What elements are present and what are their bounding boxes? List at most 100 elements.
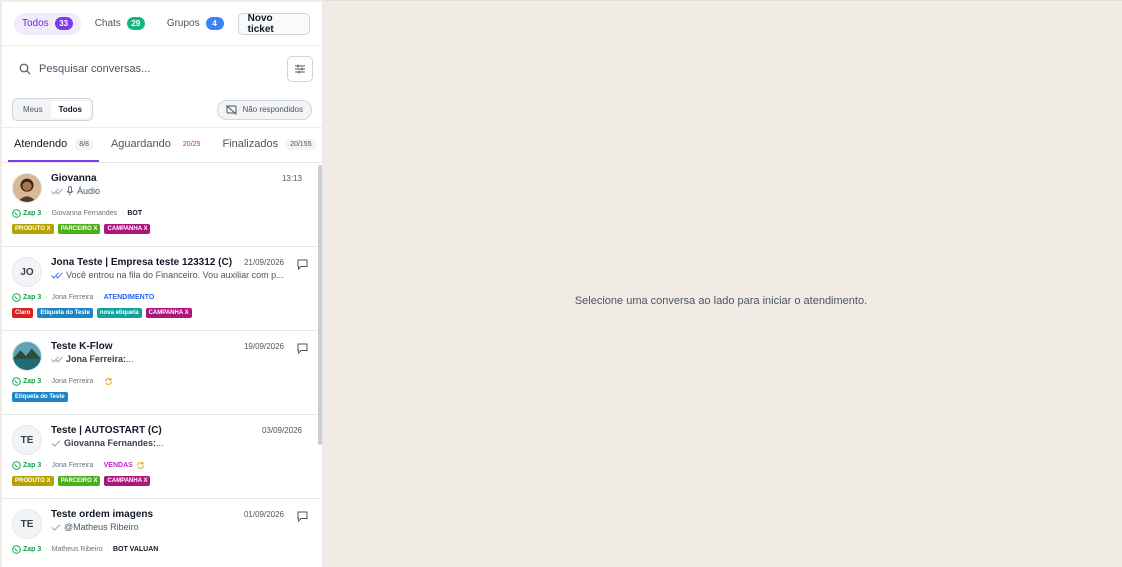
double-check-icon [51, 271, 63, 279]
empty-state-message: Selecione uma conversa ao lado para inic… [574, 295, 868, 307]
list-scrollbar[interactable] [318, 165, 322, 445]
unanswered-filter-label: Não respondidos [242, 105, 303, 114]
message-preview-text: Áudio [77, 186, 101, 196]
message-off-icon [225, 104, 237, 115]
label-badge: Etiqueta do Teste [37, 308, 93, 318]
filter-todos-label: Todos [22, 18, 49, 29]
filter-settings-button[interactable] [287, 56, 313, 82]
agent-name: Giovanna Fernandes [51, 210, 118, 217]
tab-atendendo[interactable]: Atendendo 8/8 [8, 128, 99, 162]
label-badge: CAMPANHA X [145, 308, 192, 318]
filter-chats-label: Chats [94, 18, 121, 29]
conversation-meta: Zap 3 · Giovanna Fernandes · BOT [12, 209, 142, 218]
whatsapp-icon [12, 377, 21, 386]
check-icon [51, 439, 61, 447]
label-badge: Etiqueta do Teste [12, 392, 68, 402]
filter-todos-count: 33 [54, 17, 73, 30]
message-sender: Giovanna Fernandes: [64, 438, 157, 448]
message-preview: Áudio [51, 186, 100, 196]
message-bubble-icon[interactable] [297, 511, 308, 522]
message-sender: Jona Ferreira: [66, 354, 127, 364]
message-bubble-icon[interactable] [297, 343, 308, 354]
meta-separator: · [106, 546, 109, 553]
queue-tag: ATENDIMENTO [103, 294, 155, 301]
avatar [12, 173, 42, 203]
filter-chats[interactable]: Chats 29 [87, 13, 153, 35]
avatar: JO [12, 257, 42, 287]
channel-name: Zap 3 [23, 294, 42, 301]
whatsapp-icon [12, 209, 21, 218]
channel-name: Zap 3 [23, 462, 42, 469]
message-preview-text: ... [126, 354, 134, 364]
conversation-meta: Zap 3 · Matheus Ribeiro · BOT VALUAN [12, 545, 158, 554]
conversation-meta: Zap 3 · Jona Ferreira · VENDAS [12, 461, 145, 470]
conversation-meta: Zap 3 · Jona Ferreira · ATENDIMENTO [12, 293, 154, 302]
filter-grupos-label: Grupos [166, 18, 200, 29]
search-input[interactable] [39, 63, 259, 75]
tab-aguardando-count: 20/25 [182, 140, 201, 148]
conversation-item[interactable]: JO Jona Teste | Empresa teste 123312 (C)… [2, 247, 320, 331]
label-list: Etiqueta do Teste [12, 392, 72, 402]
message-preview-text: Você entrou na fila do Financeiro. Vou a… [66, 270, 284, 280]
message-preview: Jona Ferreira: ... [51, 354, 134, 364]
message-preview: Giovanna Fernandes: ... [51, 438, 164, 448]
scope-row: Meus Todos Não respondidos [2, 92, 322, 128]
filter-grupos[interactable]: Grupos 4 [159, 13, 232, 35]
contact-name: Jona Teste | Empresa teste 123312 (C) [51, 257, 233, 268]
label-list: Claro Etiqueta do Teste nova etiqueta CA… [12, 308, 196, 318]
sliders-icon [295, 64, 305, 74]
message-preview-text: @Matheus Ribeiro [64, 522, 139, 532]
label-badge: PARCEIRO X [57, 224, 101, 234]
meta-separator: · [97, 378, 100, 385]
meta-separator: · [45, 378, 48, 385]
meta-separator: · [97, 462, 100, 469]
search-box [11, 55, 287, 83]
label-badge: nova etiqueta [96, 308, 142, 318]
agent-name: Jona Ferreira [51, 462, 94, 469]
channel-filter-row: Todos 33 Chats 29 Grupos 4 Novo ticket [2, 2, 322, 46]
conversation-item[interactable]: TE Teste | AUTOSTART (C) 03/09/2026 Giov… [2, 415, 320, 499]
agent-name: Jona Ferreira [51, 378, 94, 385]
tab-aguardando[interactable]: Aguardando 20/25 [105, 128, 210, 162]
last-message-time: 01/09/2026 [243, 510, 284, 519]
landscape-photo-icon [13, 342, 41, 370]
tab-finalizados[interactable]: Finalizados 20/155 [216, 128, 321, 162]
sync-icon [136, 462, 144, 469]
scope-todos[interactable]: Todos [50, 101, 90, 118]
double-check-icon [51, 187, 63, 195]
message-preview-text: ... [156, 438, 164, 448]
avatar [12, 341, 42, 371]
label-badge: PARCEIRO X [57, 476, 101, 486]
unanswered-filter-button[interactable]: Não respondidos [216, 99, 312, 120]
whatsapp-icon [12, 461, 21, 470]
label-badge: PRODUTO X [12, 224, 54, 234]
tab-finalizados-count: 20/155 [286, 138, 316, 150]
message-bubble-icon[interactable] [297, 259, 308, 270]
last-message-time: 19/09/2026 [243, 342, 284, 351]
meta-separator: · [97, 294, 100, 301]
contact-name: Teste ordem imagens [51, 509, 154, 520]
double-check-icon [51, 355, 63, 363]
avatar: TE [12, 509, 42, 539]
agent-name: Jona Ferreira [51, 294, 94, 301]
new-ticket-button[interactable]: Novo ticket [237, 12, 310, 35]
channel-name: Zap 3 [23, 378, 42, 385]
microphone-icon [66, 186, 74, 196]
conversation-item[interactable]: Giovanna 13:13 Áudio Zap 3 · Giovanna Fe… [2, 163, 320, 247]
tab-atendendo-label: Atendendo [14, 138, 68, 150]
search-row [2, 46, 322, 92]
label-badge: Claro [12, 308, 34, 318]
last-message-time: 03/09/2026 [261, 426, 302, 435]
conversation-item[interactable]: TE Teste ordem imagens 01/09/2026 @Mathe… [2, 499, 320, 567]
label-list: PRODUTO X PARCEIRO X CAMPANHA X [12, 224, 154, 234]
meta-separator: · [45, 210, 48, 217]
scope-meus[interactable]: Meus [15, 101, 51, 118]
meta-separator: · [121, 210, 124, 217]
message-preview: @Matheus Ribeiro [51, 522, 139, 532]
conversation-item[interactable]: Teste K-Flow 19/09/2026 Jona Ferreira: .… [2, 331, 320, 415]
queue-tag: BOT VALUAN [112, 546, 159, 553]
contact-name: Giovanna [51, 173, 97, 184]
filter-todos[interactable]: Todos 33 [14, 12, 81, 35]
last-message-time: 13:13 [281, 174, 302, 183]
person-photo-icon [13, 174, 41, 202]
